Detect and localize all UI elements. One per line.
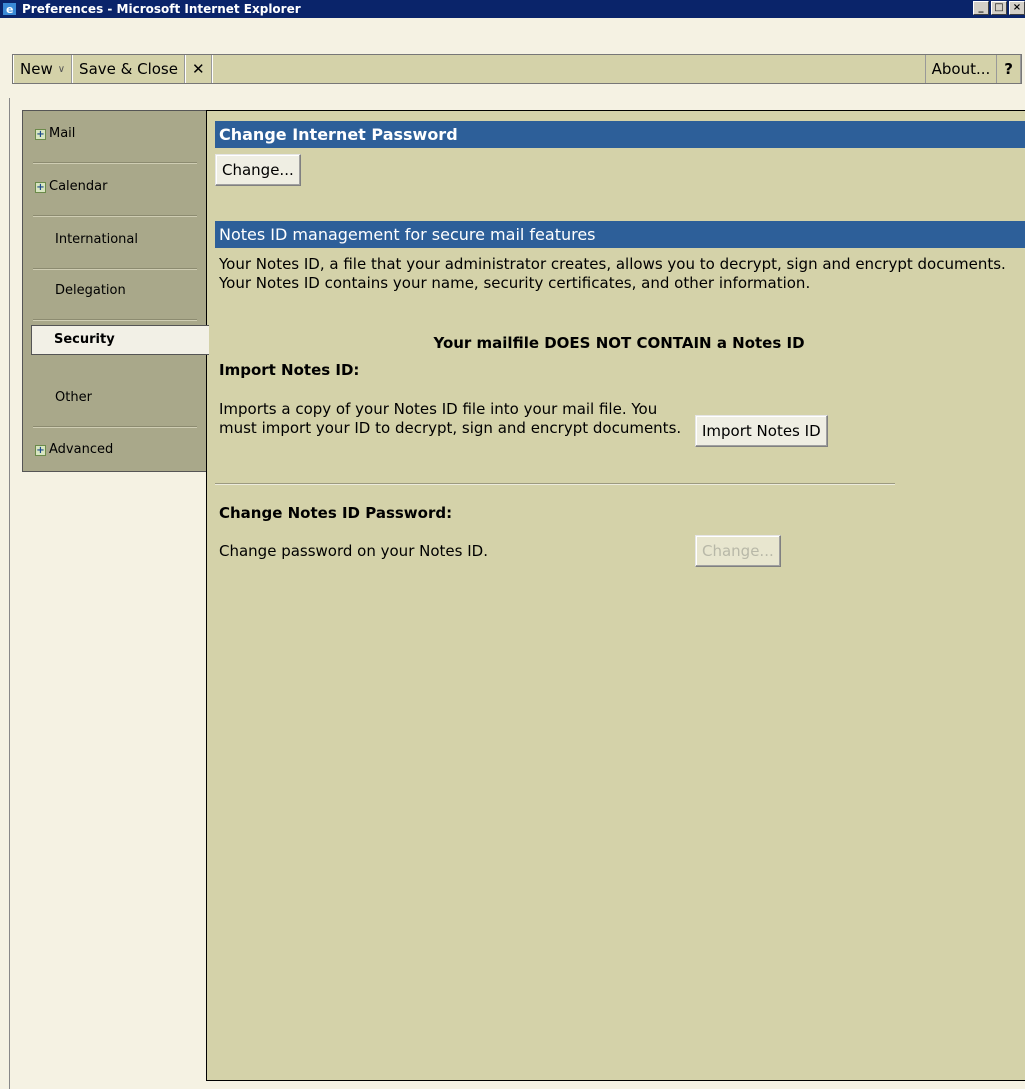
sidebar-item-mail[interactable]: + Mail <box>23 111 207 164</box>
sidebar-item-label: Mail <box>49 126 76 141</box>
expand-plus-icon[interactable]: + <box>35 129 46 140</box>
divider <box>215 483 895 485</box>
close-doc-button[interactable]: ✕ <box>184 55 212 83</box>
import-notes-id-button[interactable]: Import Notes ID <box>695 415 828 447</box>
minimize-button[interactable]: _ <box>973 1 989 15</box>
change-notes-id-password-title: Change Notes ID Password: <box>219 504 453 522</box>
import-notes-id-description: Imports a copy of your Notes ID file int… <box>219 400 682 437</box>
sidebar-item-other[interactable]: Other <box>23 375 207 428</box>
sidebar-item-label: Security <box>54 332 115 347</box>
expand-plus-icon[interactable]: + <box>35 445 46 456</box>
help-icon: ? <box>1004 60 1013 78</box>
change-internet-password-button[interactable]: Change... <box>215 154 301 186</box>
sidebar-item-label: Delegation <box>55 283 126 298</box>
sidebar-item-label: International <box>55 232 138 247</box>
preferences-sidebar: + Mail + Calendar International Delegati… <box>22 110 207 472</box>
change-notes-id-password-description: Change password on your Notes ID. <box>219 542 488 560</box>
notes-id-description: Your Notes ID, a file that your administ… <box>219 255 1006 292</box>
about-button[interactable]: About... <box>924 55 997 83</box>
sidebar-item-security[interactable]: Security <box>31 325 209 355</box>
sidebar-item-advanced[interactable]: + Advanced <box>23 427 207 471</box>
change-notes-id-password-button[interactable]: Change... <box>695 535 781 567</box>
sidebar-item-international[interactable]: International <box>23 217 207 270</box>
about-label: About... <box>931 60 991 78</box>
window-title: Preferences - Microsoft Internet Explore… <box>22 2 301 16</box>
sidebar-item-calendar[interactable]: + Calendar <box>23 164 207 217</box>
import-notes-id-title: Import Notes ID: <box>219 361 360 379</box>
sidebar-item-label: Other <box>55 390 92 405</box>
close-icon: ✕ <box>191 60 205 78</box>
help-button[interactable]: ? <box>996 55 1021 83</box>
expand-plus-icon[interactable]: + <box>35 182 46 193</box>
notes-id-status: Your mailfile DOES NOT CONTAIN a Notes I… <box>433 334 805 352</box>
new-button[interactable]: New ∨ <box>13 55 73 83</box>
toolbar-area: New ∨ Save & Close ✕ About... ? <box>0 18 1025 98</box>
action-toolbar: New ∨ Save & Close ✕ About... ? <box>12 54 1022 84</box>
maximize-button[interactable]: □ <box>991 1 1007 15</box>
new-button-label: New <box>20 60 53 78</box>
sidebar-item-label: Advanced <box>49 442 114 457</box>
close-window-button[interactable]: × <box>1009 1 1025 15</box>
section-header-notes-id: Notes ID management for secure mail feat… <box>215 221 1025 248</box>
sidebar-item-label: Calendar <box>49 179 108 194</box>
toolbar-spacer <box>211 55 925 83</box>
left-frame-edge <box>0 98 10 1089</box>
security-panel: Change Internet Password Change... Notes… <box>206 110 1025 1081</box>
svg-text:e: e <box>6 3 13 16</box>
save-close-label: Save & Close <box>79 60 178 78</box>
browser-window: e Preferences - Microsoft Internet Explo… <box>0 0 1025 1089</box>
save-close-button[interactable]: Save & Close <box>72 55 185 83</box>
chevron-down-icon: ∨ <box>57 63 66 75</box>
section-header-internet-password: Change Internet Password <box>215 121 1025 148</box>
internet-explorer-icon: e <box>3 3 16 16</box>
divider <box>33 319 197 321</box>
title-bar: e Preferences - Microsoft Internet Explo… <box>0 0 1025 18</box>
sidebar-item-delegation[interactable]: Delegation <box>23 268 207 321</box>
